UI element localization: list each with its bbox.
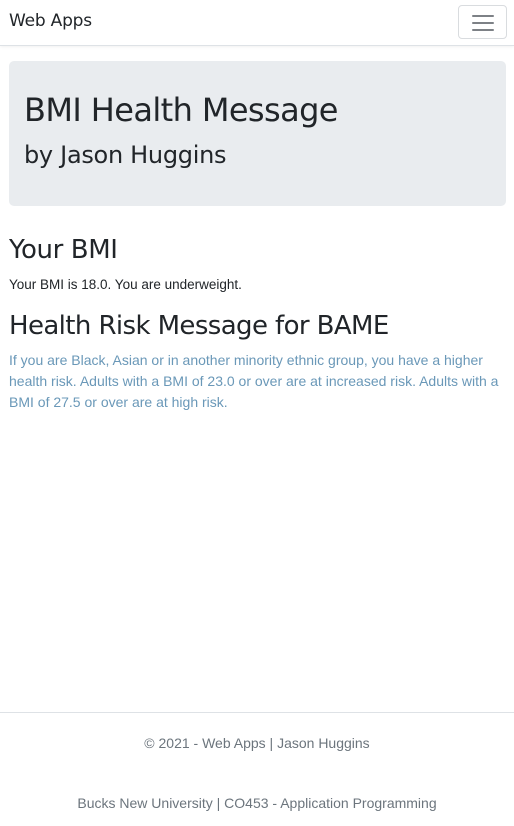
hamburger-menu-icon-bar [472, 22, 494, 24]
hamburger-menu-icon [472, 15, 494, 17]
page-subtitle: by Jason Huggins [24, 141, 227, 169]
footer-course-info: Bucks New University | CO453 - Applicati… [77, 795, 437, 811]
health-risk-message: If you are Black, Asian or in another mi… [9, 352, 499, 410]
bmi-result-text: Your BMI is 18.0. You are underweight. [9, 277, 242, 292]
navbar-brand-link[interactable]: Web Apps [9, 11, 92, 31]
jumbotron: BMI Health Message by Jason Huggins [9, 61, 506, 206]
footer-divider [0, 712, 514, 713]
page-title: BMI Health Message [24, 91, 338, 129]
hamburger-menu-icon-bar [472, 29, 494, 31]
navbar-toggler-button[interactable] [458, 5, 507, 39]
navbar: Web Apps [0, 0, 514, 46]
bmi-heading: Your BMI [9, 235, 118, 265]
footer-copyright: © 2021 - Web Apps | Jason Huggins [144, 735, 370, 751]
health-risk-heading: Health Risk Message for BAME [9, 311, 389, 341]
